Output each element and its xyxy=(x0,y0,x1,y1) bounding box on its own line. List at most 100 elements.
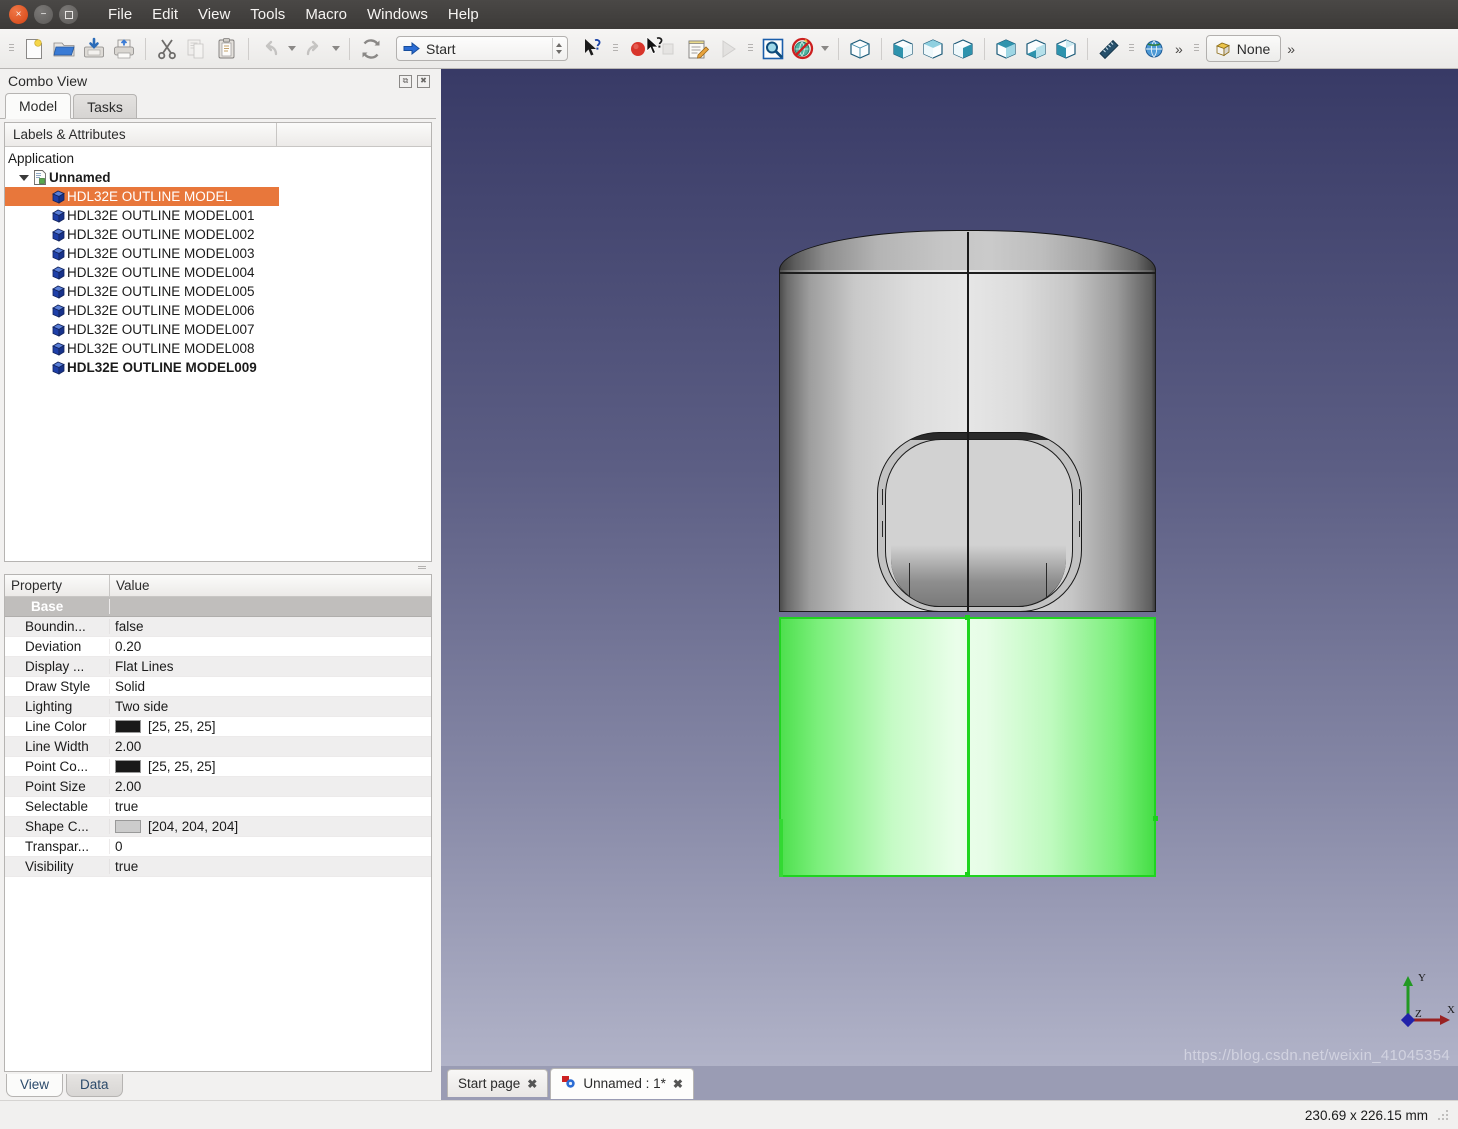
tab-start-page[interactable]: Start page ✖ xyxy=(447,1069,549,1097)
new-document-icon[interactable] xyxy=(19,34,49,64)
tab-unnamed-document[interactable]: Unnamed : 1* ✖ xyxy=(550,1067,694,1099)
tree-column-labels[interactable]: Labels & Attributes xyxy=(5,123,277,146)
redo-icon[interactable] xyxy=(299,34,329,64)
fit-all-icon[interactable] xyxy=(758,34,788,64)
color-swatch[interactable] xyxy=(115,760,141,773)
workbench-selector[interactable]: Start xyxy=(396,36,568,61)
whats-this-cursor-icon[interactable] xyxy=(578,34,608,64)
panel-splitter[interactable] xyxy=(4,564,432,572)
property-value[interactable]: true xyxy=(110,799,431,814)
maximize-window-icon[interactable] xyxy=(59,5,78,24)
front-view-icon[interactable] xyxy=(888,34,918,64)
close-panel-icon[interactable]: ✖ xyxy=(417,74,430,88)
toolbar-overflow-right[interactable]: » xyxy=(1281,41,1301,57)
tab-tasks[interactable]: Tasks xyxy=(73,94,137,118)
tree-item-part[interactable]: HDL32E OUTLINE MODEL004 xyxy=(5,263,431,282)
property-value[interactable]: 2.00 xyxy=(110,739,431,754)
draw-style-no-icon[interactable] xyxy=(788,34,818,64)
tree-item-part[interactable]: HDL32E OUTLINE MODEL007 xyxy=(5,320,431,339)
float-panel-icon[interactable]: ⧉ xyxy=(399,74,412,88)
toolbar-grip-view[interactable] xyxy=(746,38,755,60)
resize-grip[interactable] xyxy=(1438,1109,1450,1121)
color-swatch[interactable] xyxy=(115,720,141,733)
property-value[interactable]: [25, 25, 25] xyxy=(110,759,431,774)
redo-dropdown-icon[interactable] xyxy=(329,35,343,63)
property-row[interactable]: Point Size 2.00 xyxy=(5,777,431,797)
close-tab-icon[interactable]: ✖ xyxy=(527,1078,537,1090)
property-row[interactable]: Line Color [25, 25, 25] xyxy=(5,717,431,737)
property-row[interactable]: Shape C... [204, 204, 204] xyxy=(5,817,431,837)
model-tree[interactable]: Labels & Attributes Application Unnamed … xyxy=(4,122,432,562)
print-icon[interactable] xyxy=(109,34,139,64)
property-row[interactable]: Line Width 2.00 xyxy=(5,737,431,757)
left-view-icon[interactable] xyxy=(1051,34,1081,64)
chevron-down-icon[interactable] xyxy=(17,174,31,181)
measure-ruler-icon[interactable] xyxy=(1094,34,1124,64)
paste-icon[interactable] xyxy=(212,34,242,64)
tree-item-part[interactable]: HDL32E OUTLINE MODEL006 xyxy=(5,301,431,320)
property-value[interactable]: true xyxy=(110,859,431,874)
tree-item-part[interactable]: HDL32E OUTLINE MODEL009 xyxy=(5,358,431,377)
close-tab-icon[interactable]: ✖ xyxy=(673,1078,683,1090)
toolbar-grip-file[interactable] xyxy=(7,38,16,60)
property-value[interactable]: Solid xyxy=(110,679,431,694)
3d-viewport[interactable]: Y X Z https://blog.csdn.net/weixin_41045… xyxy=(441,69,1458,1066)
property-value[interactable]: Flat Lines xyxy=(110,659,431,674)
property-row[interactable]: Draw Style Solid xyxy=(5,677,431,697)
open-folder-icon[interactable] xyxy=(49,34,79,64)
appearance-none-button[interactable]: None xyxy=(1205,35,1282,62)
property-row[interactable]: Lighting Two side xyxy=(5,697,431,717)
minimize-window-icon[interactable]: − xyxy=(34,5,53,24)
save-document-icon[interactable] xyxy=(79,34,109,64)
property-row[interactable]: Deviation 0.20 xyxy=(5,637,431,657)
property-value[interactable]: 0.20 xyxy=(110,639,431,654)
menu-windows[interactable]: Windows xyxy=(357,3,438,26)
property-row[interactable]: Boundin... false xyxy=(5,617,431,637)
property-row[interactable]: Transpar... 0 xyxy=(5,837,431,857)
property-value[interactable]: false xyxy=(110,619,431,634)
tree-item-part[interactable]: HDL32E OUTLINE MODEL008 xyxy=(5,339,431,358)
property-value[interactable]: [25, 25, 25] xyxy=(110,719,431,734)
tree-item-part[interactable]: HDL32E OUTLINE MODEL002 xyxy=(5,225,431,244)
tree-item-application[interactable]: Application xyxy=(5,149,431,168)
property-value[interactable]: 0 xyxy=(110,839,431,854)
cut-scissors-icon[interactable] xyxy=(152,34,182,64)
refresh-icon[interactable] xyxy=(356,34,386,64)
property-column-name[interactable]: Property xyxy=(5,575,110,596)
bottom-view-icon[interactable] xyxy=(1021,34,1051,64)
right-view-icon[interactable] xyxy=(948,34,978,64)
property-value[interactable]: [204, 204, 204] xyxy=(110,819,431,834)
property-column-value[interactable]: Value xyxy=(110,575,431,596)
workbench-spinner[interactable] xyxy=(552,38,565,59)
property-value[interactable]: Two side xyxy=(110,699,431,714)
menu-edit[interactable]: Edit xyxy=(142,3,188,26)
property-row[interactable]: Point Co... [25, 25, 25] xyxy=(5,757,431,777)
property-editor[interactable]: Property Value Base Boundin... false Devia… xyxy=(4,574,432,1072)
menu-file[interactable]: File xyxy=(98,3,142,26)
menu-macro[interactable]: Macro xyxy=(295,3,357,26)
toolbar-grip-web[interactable] xyxy=(1127,38,1136,60)
tree-item-part[interactable]: HDL32E OUTLINE MODEL001 xyxy=(5,206,431,225)
property-row[interactable]: Visibility true xyxy=(5,857,431,877)
copy-icon[interactable] xyxy=(182,34,212,64)
tree-column-extra[interactable] xyxy=(277,123,431,146)
property-group-base[interactable]: Base xyxy=(5,597,431,617)
tab-view[interactable]: View xyxy=(6,1074,64,1097)
property-row[interactable]: Selectable true xyxy=(5,797,431,817)
close-window-icon[interactable]: × xyxy=(9,5,28,24)
toolbar-grip-appearance[interactable] xyxy=(1192,38,1201,60)
undo-icon[interactable] xyxy=(255,34,285,64)
rear-view-icon[interactable] xyxy=(991,34,1021,64)
menu-view[interactable]: View xyxy=(188,3,240,26)
tree-item-document[interactable]: Unnamed xyxy=(5,168,431,187)
property-value[interactable]: 2.00 xyxy=(110,779,431,794)
tree-item-part[interactable]: HDL32E OUTLINE MODEL005 xyxy=(5,282,431,301)
tab-model[interactable]: Model xyxy=(5,93,72,119)
toolbar-overflow-left[interactable]: » xyxy=(1169,41,1189,57)
tree-item-part[interactable]: HDL32E OUTLINE MODEL xyxy=(5,187,279,206)
undo-dropdown-icon[interactable] xyxy=(285,35,299,63)
tab-data[interactable]: Data xyxy=(66,1074,123,1097)
draw-style-dropdown-icon[interactable] xyxy=(818,35,832,63)
macro-execute-icon[interactable] xyxy=(713,34,743,64)
menu-tools[interactable]: Tools xyxy=(240,3,295,26)
